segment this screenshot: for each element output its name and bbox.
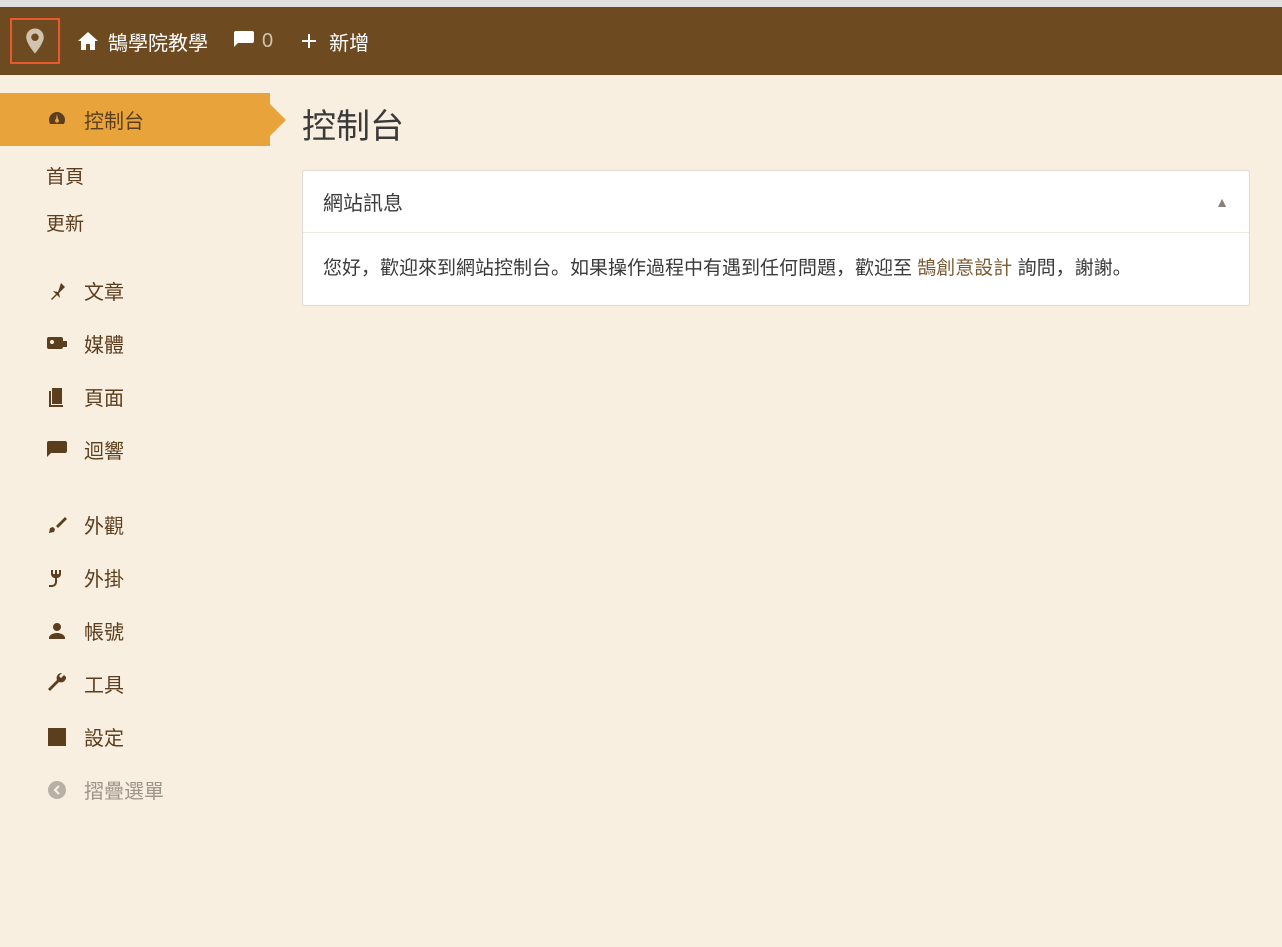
dashboard-icon <box>44 107 70 133</box>
admin-sidebar: 控制台 首頁 更新 文章 媒體 頁面 迴響 外觀 外掛 <box>0 75 270 947</box>
topbar-new[interactable]: 新增 <box>285 7 381 75</box>
topbar-comments[interactable]: 0 <box>220 7 285 75</box>
sidebar-item-label: 頁面 <box>84 382 124 411</box>
wrench-icon <box>44 671 70 697</box>
sidebar-submenu-dashboard: 首頁 更新 <box>30 152 270 246</box>
sidebar-item-comments[interactable]: 迴響 <box>30 423 270 476</box>
sidebar-item-collapse[interactable]: 摺疊選單 <box>30 763 270 816</box>
site-info-panel: 網站訊息 ▲ 您好，歡迎來到網站控制台。如果操作過程中有遇到任何問題，歡迎至 鵠… <box>302 170 1250 306</box>
plus-icon <box>297 29 321 53</box>
browser-chrome <box>0 0 1282 7</box>
sidebar-item-label: 控制台 <box>84 105 144 134</box>
sidebar-item-label: 摺疊選單 <box>84 775 164 804</box>
collapse-icon <box>44 777 70 803</box>
topbar-site-name[interactable]: 鵠學院教學 <box>64 7 220 75</box>
sidebar-item-settings[interactable]: 設定 <box>30 710 270 763</box>
comment-icon <box>232 29 256 53</box>
sidebar-item-label: 工具 <box>84 669 124 698</box>
panel-body: 您好，歡迎來到網站控制台。如果操作過程中有遇到任何問題，歡迎至 鵠創意設計 詢問… <box>303 233 1249 305</box>
sidebar-item-dashboard[interactable]: 控制台 <box>0 93 270 146</box>
sliders-icon <box>44 724 70 750</box>
sidebar-subitem-updates[interactable]: 更新 <box>30 199 270 246</box>
sidebar-item-label: 帳號 <box>84 616 124 645</box>
panel-title: 網站訊息 <box>323 187 403 216</box>
sidebar-item-posts[interactable]: 文章 <box>30 264 270 317</box>
sidebar-item-label: 設定 <box>84 722 124 751</box>
brush-icon <box>44 512 70 538</box>
logo-icon <box>20 26 50 56</box>
sidebar-item-plugins[interactable]: 外掛 <box>30 551 270 604</box>
sidebar-item-label: 外掛 <box>84 563 124 592</box>
page-title: 控制台 <box>302 99 1250 148</box>
sidebar-item-label: 媒體 <box>84 329 124 358</box>
panel-text-pre: 您好，歡迎來到網站控制台。如果操作過程中有遇到任何問題，歡迎至 <box>323 258 917 279</box>
sidebar-item-pages[interactable]: 頁面 <box>30 370 270 423</box>
comment-icon <box>44 437 70 463</box>
home-icon <box>76 29 100 53</box>
panel-text-post: 詢問，謝謝。 <box>1012 258 1131 279</box>
pin-icon <box>44 278 70 304</box>
chevron-up-icon: ▲ <box>1215 194 1229 210</box>
site-name-label: 鵠學院教學 <box>108 27 208 56</box>
user-icon <box>44 618 70 644</box>
sidebar-item-label: 迴響 <box>84 435 124 464</box>
site-logo-highlighted[interactable] <box>10 18 60 64</box>
pages-icon <box>44 384 70 410</box>
media-icon <box>44 331 70 357</box>
panel-link[interactable]: 鵠創意設計 <box>917 258 1012 279</box>
new-label: 新增 <box>329 27 369 56</box>
sidebar-item-users[interactable]: 帳號 <box>30 604 270 657</box>
sidebar-item-tools[interactable]: 工具 <box>30 657 270 710</box>
sidebar-item-label: 文章 <box>84 276 124 305</box>
main-content: 控制台 網站訊息 ▲ 您好，歡迎來到網站控制台。如果操作過程中有遇到任何問題，歡… <box>270 75 1282 947</box>
sidebar-item-media[interactable]: 媒體 <box>30 317 270 370</box>
comment-count: 0 <box>262 30 273 53</box>
plug-icon <box>44 565 70 591</box>
sidebar-separator <box>30 476 270 498</box>
admin-topbar: 鵠學院教學 0 新增 <box>0 7 1282 75</box>
sidebar-item-appearance[interactable]: 外觀 <box>30 498 270 551</box>
sidebar-subitem-home[interactable]: 首頁 <box>30 152 270 199</box>
panel-header[interactable]: 網站訊息 ▲ <box>303 171 1249 233</box>
sidebar-item-label: 外觀 <box>84 510 124 539</box>
